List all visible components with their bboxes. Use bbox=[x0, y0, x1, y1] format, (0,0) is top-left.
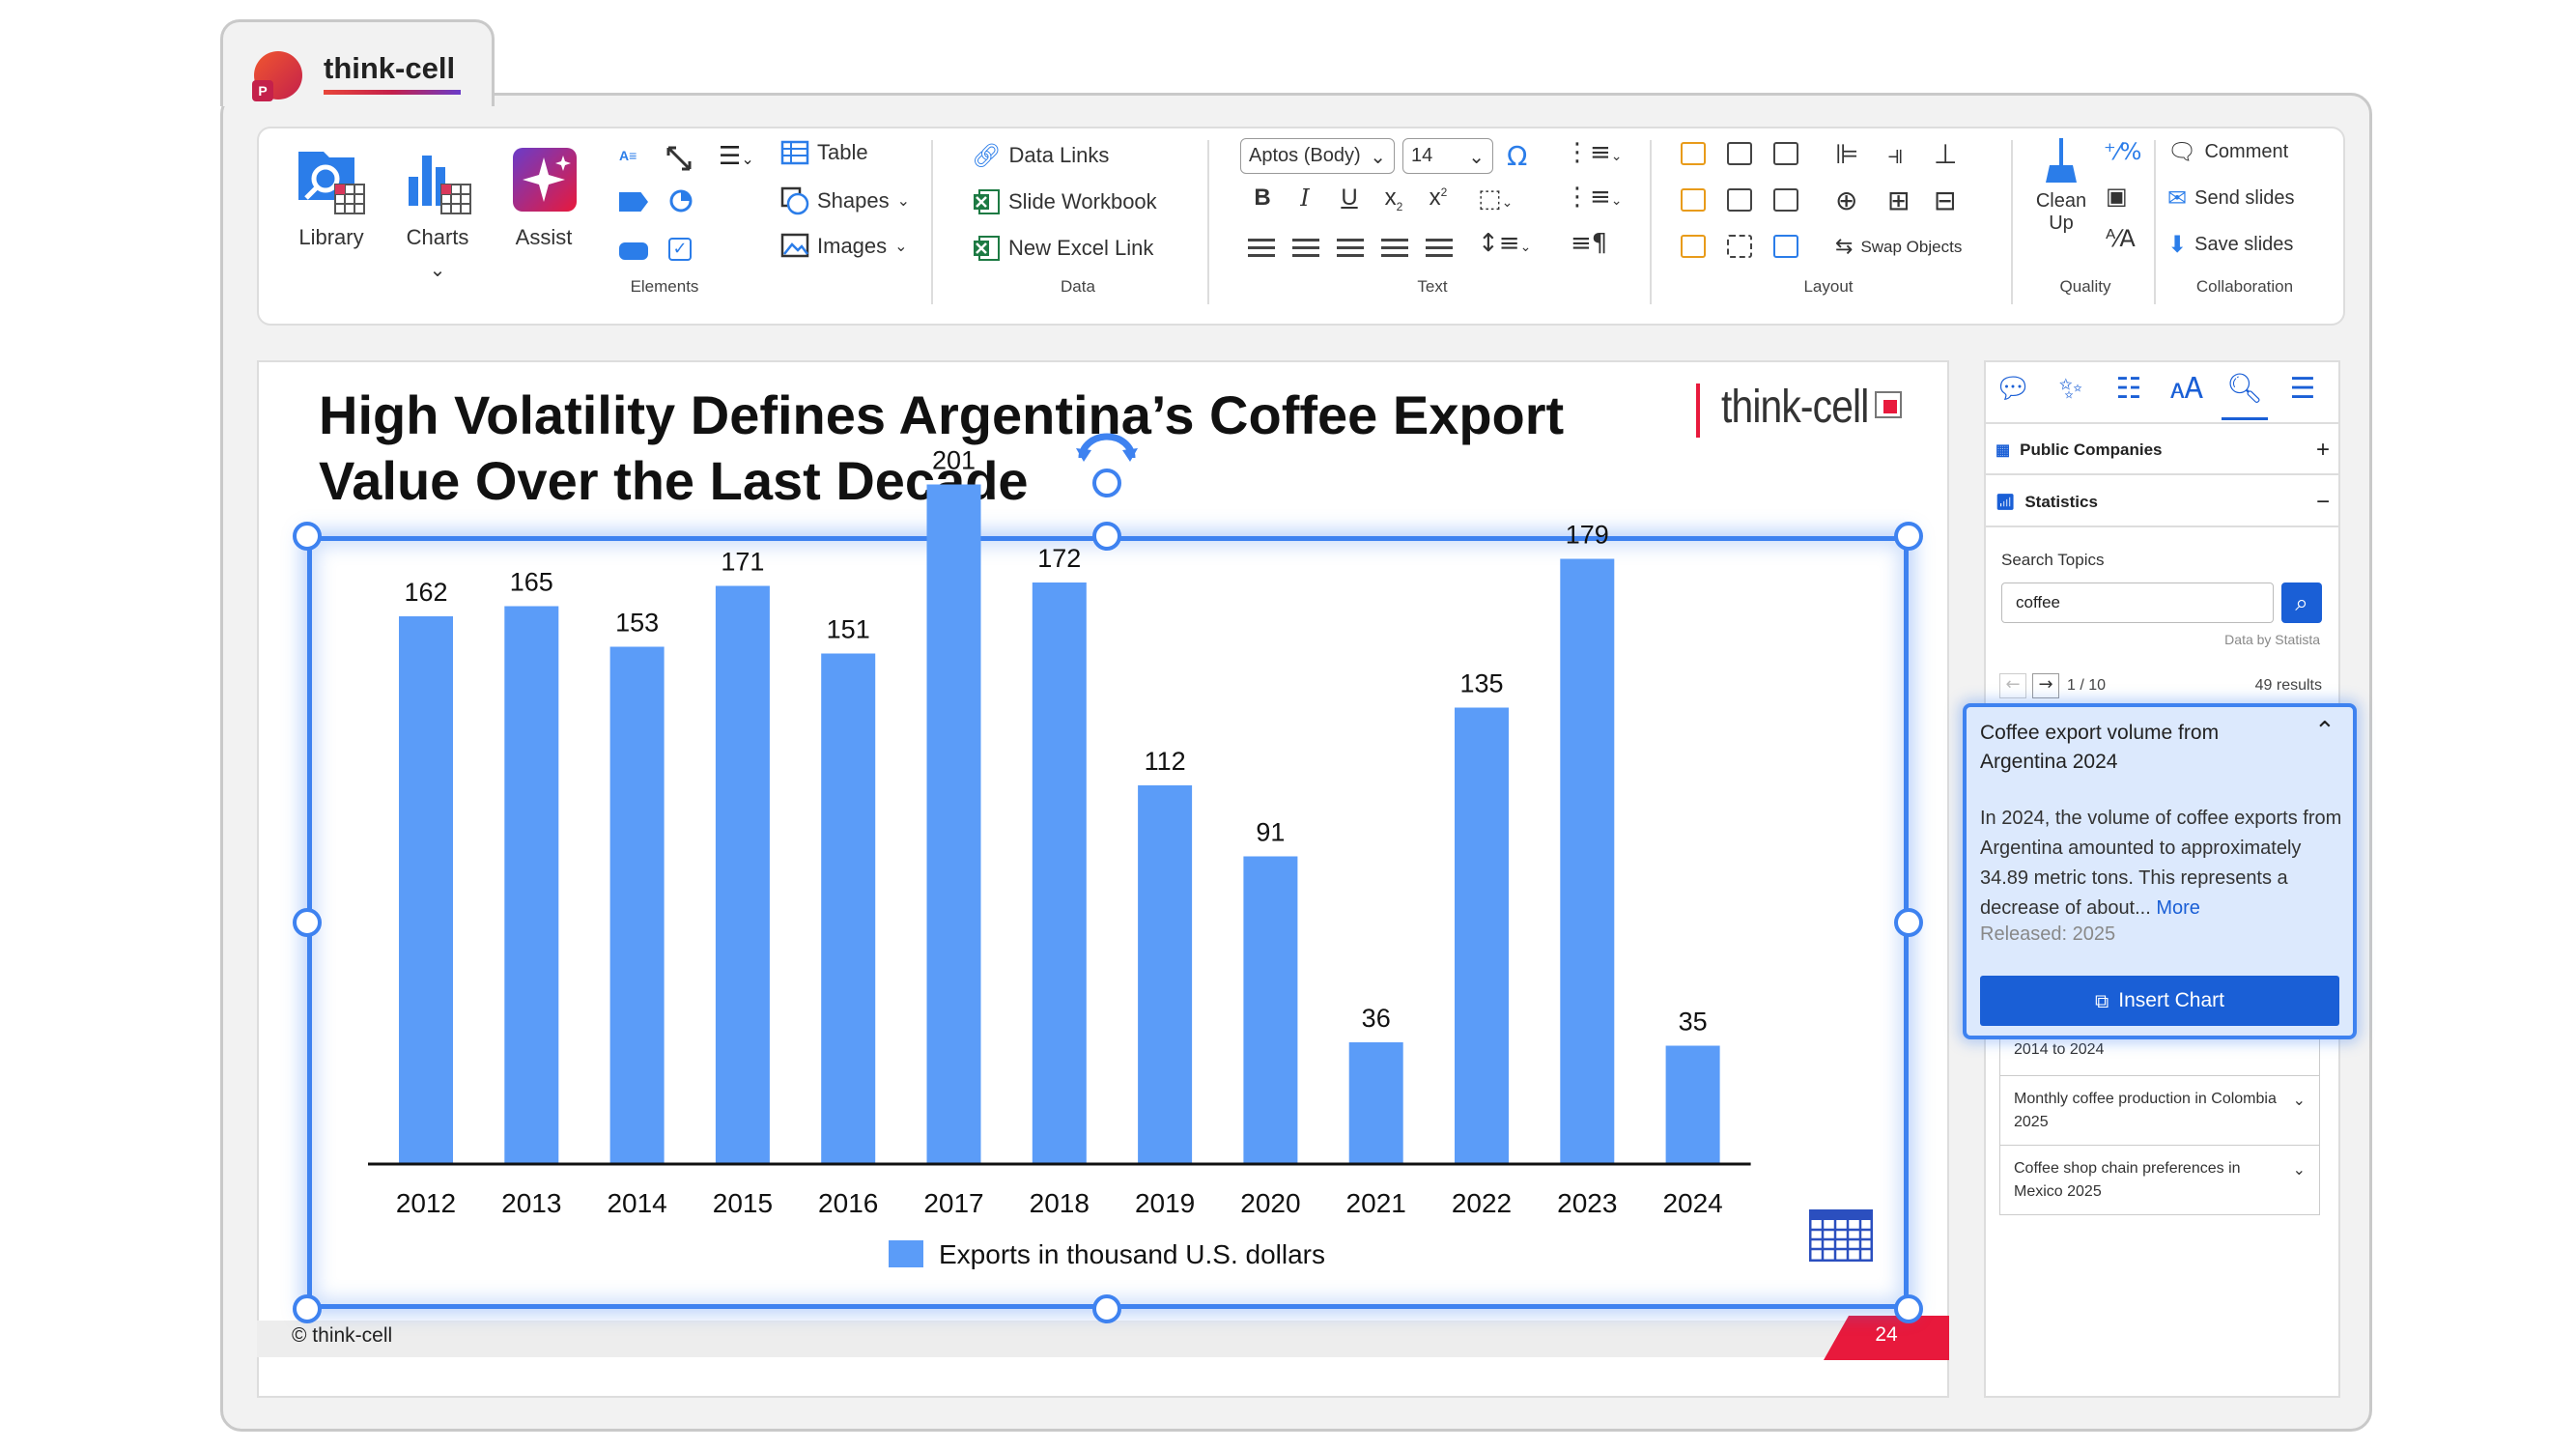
bar-value-label: 36 bbox=[1362, 1004, 1391, 1033]
chart-bar bbox=[715, 585, 770, 1164]
list-item-label: Monthly coffee production in Colombia 20… bbox=[2014, 1091, 2277, 1130]
resize-handle-left[interactable] bbox=[293, 908, 322, 937]
chart-bar bbox=[821, 653, 876, 1164]
released-text: Released: 2025 bbox=[1980, 923, 2116, 945]
chart-bar bbox=[504, 606, 559, 1164]
chart-bar bbox=[399, 616, 453, 1164]
x-tick-label: 2014 bbox=[607, 1188, 666, 1218]
datasheet-icon[interactable] bbox=[1809, 1209, 1873, 1262]
prev-page-icon[interactable]: ← bbox=[1999, 673, 2026, 698]
x-tick-label: 2019 bbox=[1135, 1188, 1195, 1218]
x-tick-label: 2015 bbox=[713, 1188, 773, 1218]
bar-value-label: 153 bbox=[615, 609, 659, 638]
pager-text: 1 / 10 bbox=[2067, 677, 2107, 694]
powerpoint-logo-icon bbox=[252, 51, 302, 101]
x-tick-label: 2024 bbox=[1662, 1188, 1722, 1218]
x-tick-label: 2012 bbox=[396, 1188, 456, 1218]
x-tick-label: 2018 bbox=[1030, 1188, 1090, 1218]
chart-bar bbox=[1243, 856, 1298, 1164]
list-item-label: 2014 to 2024 bbox=[2014, 1041, 2105, 1058]
legend-label: Exports in thousand U.S. dollars bbox=[939, 1239, 1325, 1269]
x-tick-label: 2016 bbox=[818, 1188, 878, 1218]
bar-value-label: 35 bbox=[1679, 1008, 1708, 1037]
translate-icon[interactable]: 🗚 bbox=[2167, 370, 2206, 409]
x-tick-label: 2013 bbox=[501, 1188, 561, 1218]
bar-value-label: 171 bbox=[721, 548, 764, 577]
chart-bar bbox=[1138, 785, 1193, 1164]
search-input[interactable]: coffee bbox=[2001, 582, 2274, 623]
resize-handle-top-right[interactable] bbox=[1894, 522, 1923, 551]
x-tick-label: 2020 bbox=[1240, 1188, 1300, 1218]
bar-value-label: 201 bbox=[932, 446, 976, 475]
results-count: 49 results bbox=[2254, 677, 2322, 694]
chart-bar bbox=[1032, 582, 1087, 1164]
pane-divider bbox=[1986, 526, 2338, 527]
statistics-icon: 📶︎ bbox=[1996, 495, 2016, 511]
rotate-arrow-icon[interactable] bbox=[1074, 433, 1140, 462]
app-name: think-cell bbox=[324, 51, 456, 85]
pane-divider bbox=[1986, 473, 2338, 475]
x-tick-label: 2017 bbox=[923, 1188, 983, 1218]
public-companies-section[interactable]: ▦ Public Companies + bbox=[1996, 437, 2330, 464]
insert-icon: ⧉ bbox=[2095, 989, 2109, 1012]
chat-icon[interactable]: 💬︎ bbox=[1994, 370, 2032, 409]
chart-bar bbox=[1348, 1042, 1403, 1164]
chevron-down-icon[interactable]: ⌄ bbox=[2293, 1159, 2306, 1182]
resize-handle-bottom-right[interactable] bbox=[1894, 1294, 1923, 1323]
more-link[interactable]: More bbox=[2156, 897, 2200, 919]
legend-swatch bbox=[889, 1240, 923, 1267]
insert-chart-label: Insert Chart bbox=[2118, 989, 2224, 1011]
resize-handle-top-left[interactable] bbox=[293, 522, 322, 551]
card-body: In 2024, the volume of coffee exports fr… bbox=[1980, 804, 2347, 923]
statistics-section[interactable]: 📶︎ Statistics − bbox=[1996, 489, 2330, 516]
bar-value-label: 172 bbox=[1037, 544, 1081, 573]
public-companies-label: Public Companies bbox=[2020, 440, 2163, 459]
x-tick-label: 2023 bbox=[1557, 1188, 1617, 1218]
insert-chart-button[interactable]: ⧉ Insert Chart bbox=[1980, 976, 2339, 1026]
data-by-statista: Data by Statista bbox=[2224, 632, 2320, 647]
rotate-handle[interactable] bbox=[1092, 469, 1121, 497]
active-tab-indicator bbox=[2222, 417, 2268, 420]
bar-value-label: 91 bbox=[1256, 818, 1285, 847]
card-title: Coffee export volume from Argentina 2024 bbox=[1980, 722, 2220, 773]
collapse-minus-icon[interactable]: − bbox=[2316, 489, 2330, 516]
bar-value-label: 165 bbox=[510, 568, 553, 597]
resize-handle-top[interactable] bbox=[1092, 522, 1121, 551]
resize-handle-right[interactable] bbox=[1894, 908, 1923, 937]
magic-wand-icon[interactable]: ✨︎ bbox=[2052, 370, 2090, 409]
x-tick-label: 2022 bbox=[1452, 1188, 1512, 1218]
chart-bar bbox=[1455, 707, 1509, 1164]
bar-value-label: 179 bbox=[1566, 521, 1609, 550]
form-icon[interactable]: ☷ bbox=[2109, 370, 2148, 409]
app-tab[interactable]: think-cell bbox=[220, 19, 495, 106]
search-topics-label: Search Topics bbox=[2001, 551, 2105, 569]
bar-value-label: 135 bbox=[1459, 669, 1503, 698]
app-name-underline bbox=[324, 90, 461, 95]
expand-plus-icon[interactable]: + bbox=[2316, 437, 2330, 464]
list-item-label: Coffee shop chain preferences in Mexico … bbox=[2014, 1160, 2241, 1200]
search-button-icon[interactable]: ⌕ bbox=[2281, 582, 2322, 623]
list-item[interactable]: Coffee shop chain preferences in Mexico … bbox=[1999, 1146, 2320, 1215]
chevron-down-icon[interactable]: ⌄ bbox=[2293, 1090, 2306, 1113]
statistic-card[interactable]: Coffee export volume from Argentina 2024… bbox=[1963, 703, 2357, 1039]
chart-bar bbox=[926, 484, 981, 1164]
bar-value-label: 162 bbox=[404, 578, 447, 607]
bar-value-label: 151 bbox=[827, 615, 870, 644]
statista-search-icon[interactable]: 🔍︎ bbox=[2225, 370, 2264, 409]
next-page-icon[interactable]: → bbox=[2032, 673, 2059, 698]
resize-handle-bottom-left[interactable] bbox=[293, 1294, 322, 1323]
x-tick-label: 2021 bbox=[1346, 1188, 1406, 1218]
building-icon: ▦ bbox=[1996, 442, 2011, 459]
menu-icon[interactable]: ☰ bbox=[2283, 370, 2322, 409]
pane-divider bbox=[1986, 422, 2338, 424]
collapse-chevron-up-icon[interactable]: ⌃ bbox=[2314, 717, 2335, 746]
chart-bar bbox=[1560, 558, 1615, 1164]
chart-bar bbox=[1665, 1045, 1720, 1164]
statistics-label: Statistics bbox=[2024, 493, 2098, 511]
bar-value-label: 112 bbox=[1145, 747, 1186, 776]
chart-bar bbox=[609, 646, 665, 1164]
resize-handle-bottom[interactable] bbox=[1092, 1294, 1121, 1323]
list-item[interactable]: Monthly coffee production in Colombia 20… bbox=[1999, 1076, 2320, 1146]
